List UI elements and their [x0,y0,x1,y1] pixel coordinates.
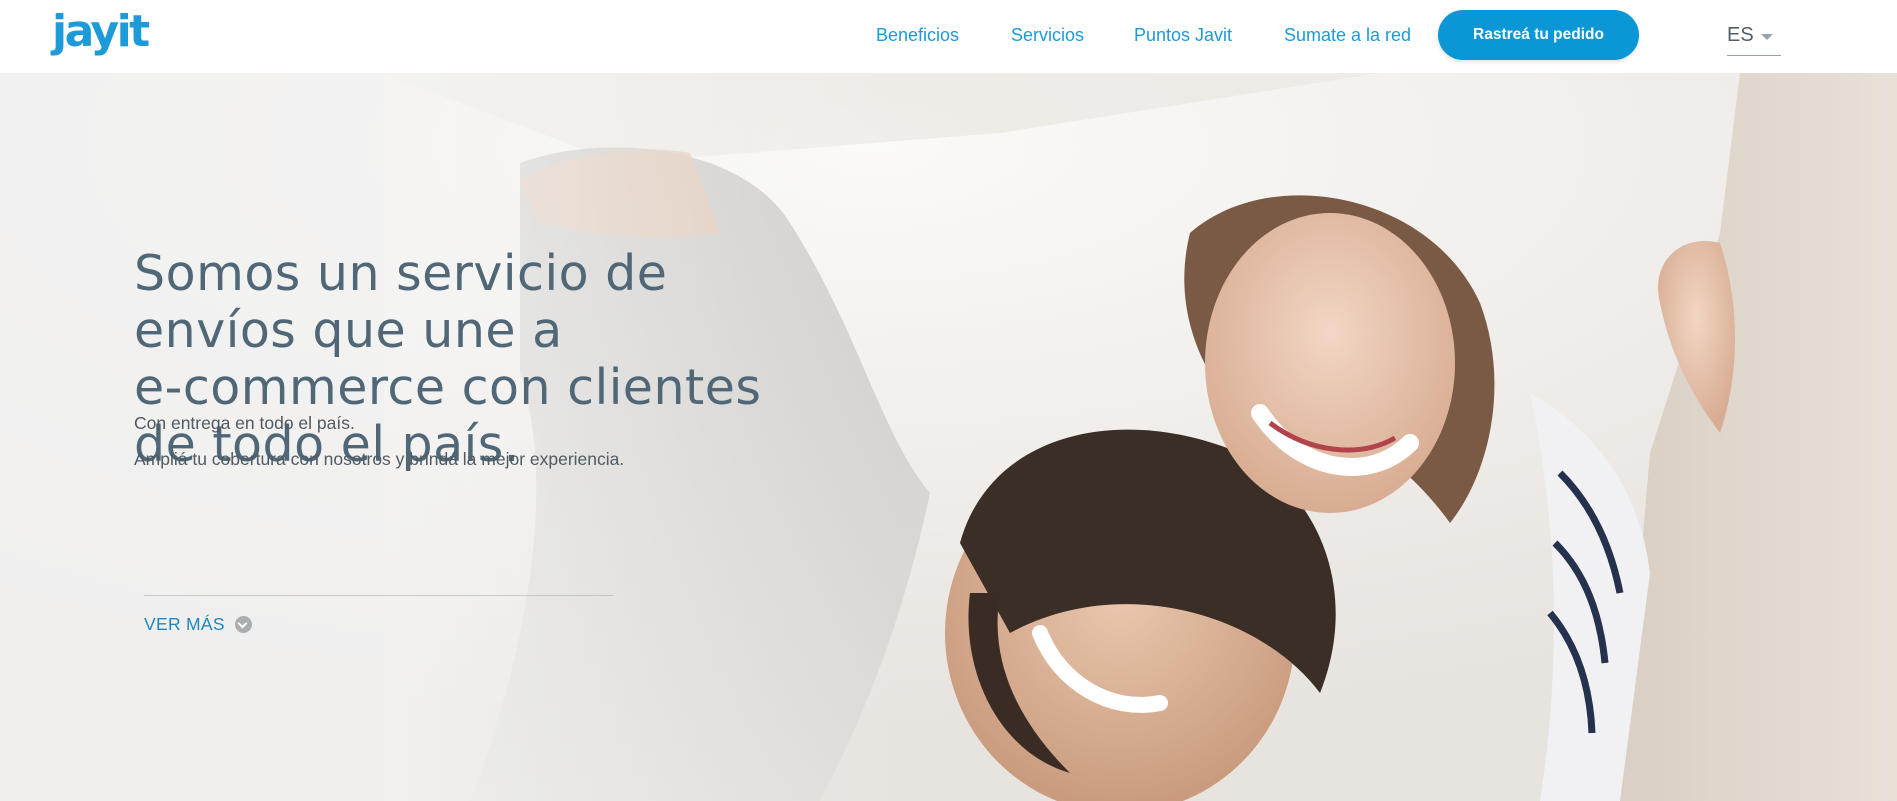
nav-link-beneficios[interactable]: Beneficios [876,24,959,46]
ver-mas-link[interactable]: VER MÁS [144,611,252,637]
hero-headline: Somos un servicio de envíos que une a e-… [134,245,814,473]
hero-subtitle-2: Ampliá tu cobertura con nosotros y brind… [134,449,625,469]
jayit-logo[interactable]: jayit [52,4,150,60]
headline-line-2: envíos que une a [134,302,563,359]
caret-down-icon [1761,34,1773,40]
hero-subtitle-1: Con entrega en todo el país. [134,413,355,433]
hero-section: Somos un servicio de envíos que une a e-… [0,73,1897,801]
nav-link-puntos-javit[interactable]: Puntos Javit [1134,24,1232,46]
track-order-button[interactable]: Rastreá tu pedido [1438,10,1639,60]
nav-link-servicios[interactable]: Servicios [1011,24,1084,46]
nav-link-sumate[interactable]: Sumate a la red [1284,24,1411,46]
hero-divider [144,595,614,596]
site-header: jayit Beneficios Servicios Puntos Javit … [0,0,1897,73]
language-selector[interactable]: ES [1727,20,1781,56]
headline-line-1: Somos un servicio de [134,245,668,302]
language-label: ES [1727,24,1754,46]
ver-mas-label: VER MÁS [144,613,225,634]
chevron-down-circle-icon [234,615,252,633]
headline-line-3: e-commerce con clientes [134,359,762,416]
